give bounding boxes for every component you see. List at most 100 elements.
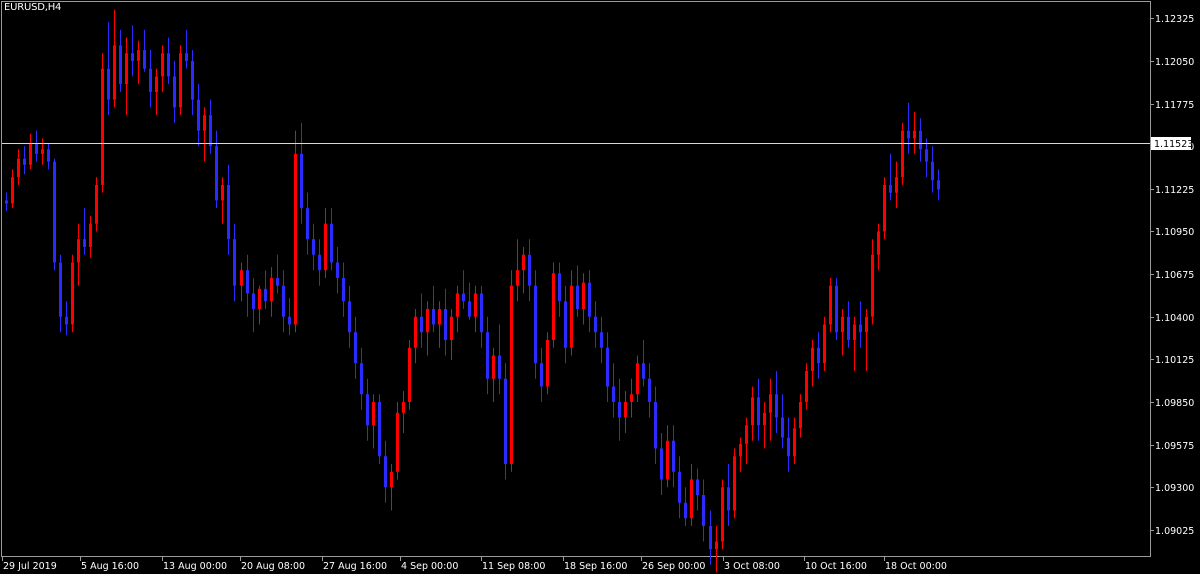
x-tick-label: 18 Sep 16:00: [564, 561, 627, 572]
candle-body: [504, 378, 507, 464]
candle-body: [390, 471, 393, 488]
candle-body: [312, 239, 315, 255]
candle-body: [937, 180, 940, 190]
candle-body: [540, 363, 543, 387]
candle-body: [294, 153, 297, 325]
candle-body: [642, 363, 645, 379]
candle-body: [360, 363, 363, 395]
candle-body: [769, 394, 772, 413]
candle-body: [221, 184, 224, 201]
candle-body: [618, 401, 621, 418]
candle-body: [227, 184, 230, 240]
candlestick-chart[interactable]: 1.123251.120501.117751.115001.112251.109…: [0, 0, 1200, 574]
candle-body: [745, 425, 748, 444]
candle-body: [775, 394, 778, 418]
candle-body: [264, 288, 267, 302]
candle-body: [143, 50, 146, 69]
candle-body: [474, 293, 477, 317]
candle-body: [246, 270, 249, 294]
candle-body: [107, 68, 110, 100]
x-tick-label: 4 Sep 00:00: [401, 561, 458, 572]
candle-body: [11, 177, 14, 204]
y-tick-label: 1.11775: [1155, 100, 1194, 111]
candle-body: [552, 273, 555, 340]
candle-body: [847, 316, 850, 340]
candle-body: [648, 378, 651, 402]
candle-body: [89, 223, 92, 247]
candle-body: [270, 277, 273, 302]
current-price-label: 1.11523: [1154, 139, 1193, 150]
candle-body: [258, 288, 261, 309]
candle-body: [733, 456, 736, 511]
x-tick-label: 29 Jul 2019: [3, 561, 57, 572]
candle-body: [709, 525, 712, 550]
x-tick-label: 27 Aug 16:00: [323, 561, 387, 572]
candle-body: [342, 277, 345, 302]
candle-body: [426, 308, 429, 333]
candle-body: [817, 347, 820, 364]
candle-body: [564, 301, 567, 348]
candle-body: [871, 254, 874, 317]
candle-body: [757, 397, 760, 426]
candle-body: [600, 332, 603, 348]
candle-body: [925, 149, 928, 162]
x-tick-label: 5 Aug 16:00: [81, 561, 139, 572]
y-tick-label: 1.09025: [1155, 526, 1194, 537]
candle-body: [306, 208, 309, 240]
y-tick-label: 1.09300: [1155, 483, 1194, 494]
y-tick-label: 1.10400: [1155, 313, 1194, 324]
candle-body: [606, 347, 609, 387]
x-tick-label: 20 Aug 08:00: [241, 561, 305, 572]
candle-body: [282, 285, 285, 317]
candle-body: [318, 254, 321, 271]
candle-body: [354, 332, 357, 364]
candle-body: [516, 270, 519, 286]
candle-body: [696, 479, 699, 495]
candle-body: [721, 487, 724, 542]
candle-body: [799, 401, 802, 429]
candle-body: [384, 456, 387, 488]
candle-body: [203, 115, 206, 131]
candle-body: [378, 401, 381, 457]
x-tick-label: 18 Oct 00:00: [885, 561, 947, 572]
candle-body: [877, 231, 880, 255]
candle-body: [300, 153, 303, 209]
candle-body: [23, 158, 26, 165]
candle-body: [684, 502, 687, 519]
candle-body: [47, 149, 50, 162]
candle-body: [149, 68, 152, 92]
chart-window[interactable]: 1.123251.120501.117751.115001.112251.109…: [0, 0, 1200, 574]
candle-body: [715, 541, 718, 550]
candle-body: [528, 254, 531, 286]
y-tick-label: 1.09575: [1155, 441, 1194, 452]
candle-body: [53, 161, 56, 263]
candle-body: [895, 177, 898, 193]
x-tick-label: 11 Sep 08:00: [482, 561, 545, 572]
candle-body: [288, 316, 291, 325]
candle-body: [59, 262, 62, 317]
candle-body: [240, 270, 243, 286]
candle-body: [101, 68, 104, 185]
candle-body: [570, 285, 573, 348]
y-tick-label: 1.09850: [1155, 398, 1194, 409]
candle-body: [823, 324, 826, 364]
candle-body: [751, 397, 754, 426]
x-tick-label: 26 Sep 00:00: [642, 561, 705, 572]
candle-body: [125, 53, 128, 85]
candle-body: [480, 293, 483, 333]
candle-body: [522, 254, 525, 271]
y-tick-label: 1.10950: [1155, 227, 1194, 238]
y-tick-label: 1.10125: [1155, 355, 1194, 366]
candle-body: [95, 184, 98, 224]
candle-body: [702, 494, 705, 526]
y-tick-label: 1.10675: [1155, 270, 1194, 281]
candle-body: [41, 149, 44, 154]
candle-body: [408, 347, 411, 402]
candle-body: [396, 412, 399, 472]
candle-body: [739, 443, 742, 457]
candle-body: [276, 277, 279, 286]
candle-body: [456, 293, 459, 317]
candle-body: [829, 285, 832, 325]
candle-body: [462, 293, 465, 302]
candle-body: [233, 239, 236, 286]
